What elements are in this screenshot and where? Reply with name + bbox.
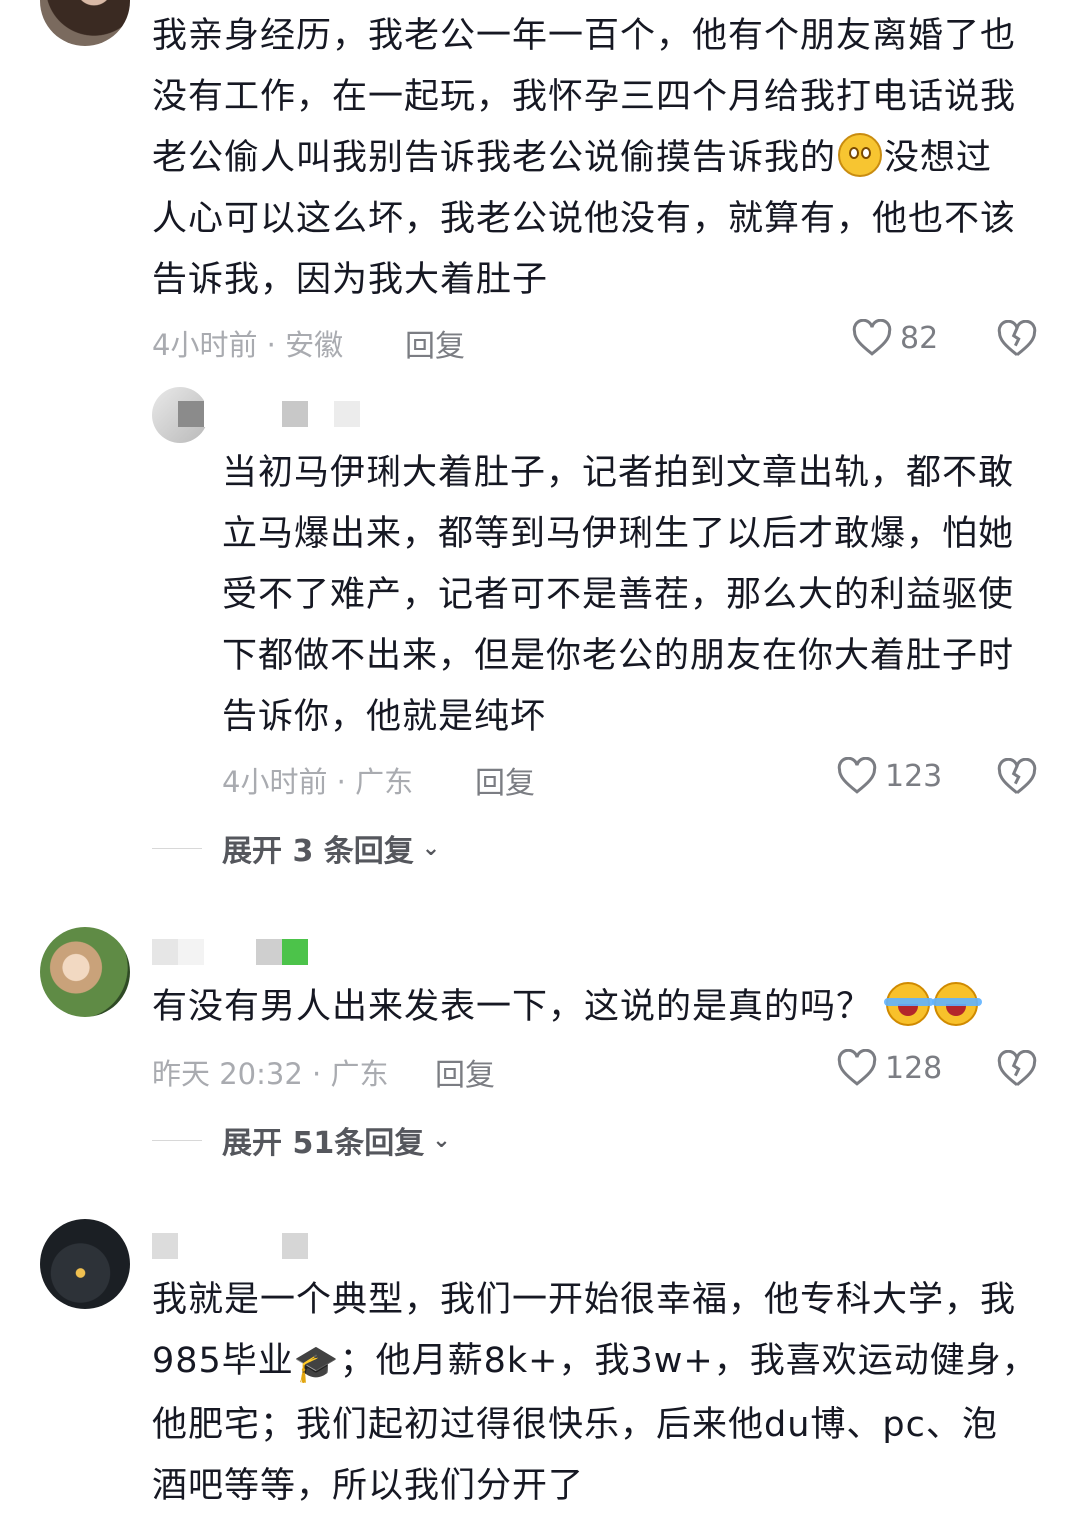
dislike-icon[interactable]	[997, 1050, 1037, 1088]
smile-emoji-icon	[838, 133, 883, 177]
cry-laugh-emoji-icon	[932, 982, 983, 1026]
chevron-down-icon: ⌄	[421, 835, 441, 861]
heart-icon	[852, 319, 892, 356]
comment-time-location: 4小时前 · 广东	[222, 765, 414, 799]
divider	[152, 847, 202, 849]
comment-text: 有没有男人出来发表一下，这说的是真的吗？	[152, 977, 1052, 1038]
graduation-cap-emoji-icon: 🎓	[293, 1344, 340, 1385]
like-button[interactable]: 123	[837, 757, 942, 795]
dislike-icon[interactable]	[997, 320, 1037, 358]
avatar[interactable]	[40, 0, 130, 46]
heart-icon	[837, 1049, 877, 1086]
comment-text: 我就是一个典型，我们一开始很幸福，他专科大学，我 985毕业🎓；他月薪8k+，我…	[152, 1280, 1038, 1506]
avatar[interactable]	[40, 1219, 130, 1309]
like-count: 123	[885, 758, 943, 794]
comment-text: 我亲身经历，我老公一年一百个，他有个朋友离婚了也 没有工作，在一起玩，我怀孕三四…	[152, 16, 1017, 300]
chevron-down-icon: ⌄	[432, 1127, 451, 1153]
username-mosaic	[152, 939, 308, 965]
divider	[152, 1139, 202, 1141]
heart-icon	[837, 757, 877, 794]
comment-time-location: 昨天 20:32 · 广东	[152, 1057, 389, 1091]
comment-text: 当初马伊琍大着肚子，记者拍到文章出轨，都不敢 立马爆出来，都等到马伊琍生了以后才…	[222, 453, 1015, 737]
reply-button[interactable]: 回复	[405, 321, 465, 365]
reply-button[interactable]: 回复	[475, 758, 535, 802]
expand-replies-button[interactable]: 展开 3 条回复 ⌄	[152, 826, 440, 870]
like-button[interactable]: 82	[852, 319, 938, 357]
reply-button[interactable]: 回复	[435, 1050, 495, 1094]
like-count: 128	[885, 1050, 943, 1086]
username-mosaic	[152, 1233, 308, 1259]
like-count: 82	[900, 320, 939, 356]
cry-laugh-emoji-icon	[884, 982, 935, 1026]
avatar[interactable]	[40, 927, 130, 1017]
expand-replies-button[interactable]: 展开 51条回复 ⌄	[152, 1118, 451, 1162]
comment-time-location: 4小时前 · 安徽	[152, 328, 344, 362]
dislike-icon[interactable]	[997, 758, 1037, 796]
username-mosaic	[178, 401, 360, 427]
like-button[interactable]: 128	[837, 1049, 942, 1087]
